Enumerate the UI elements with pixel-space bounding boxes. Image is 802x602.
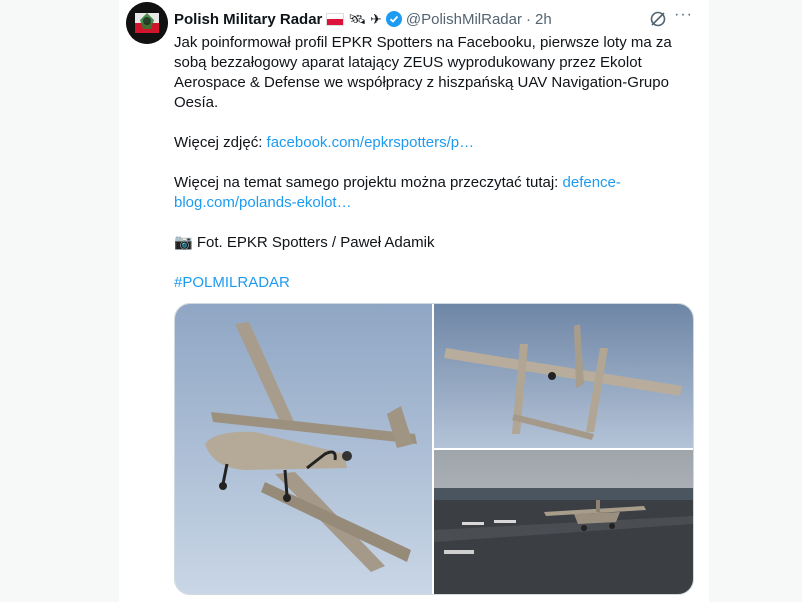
satellite-icon: 🛰 — [348, 10, 367, 27]
separator-dot: · — [526, 10, 531, 28]
more-photos-line: Więcej zdjęć: facebook.com/epkrspotters/… — [174, 133, 694, 153]
verified-badge-icon[interactable] — [385, 11, 402, 27]
tweet-paragraph: Jak poinformował profil EPKR Spotters na… — [174, 34, 672, 111]
drone-overhead-photo[interactable] — [434, 304, 693, 448]
tweet-text: Jak poinformował profil EPKR Spotters na… — [174, 33, 694, 313]
drone-in-flight-side-photo[interactable] — [175, 304, 432, 594]
grok-icon[interactable] — [649, 10, 667, 28]
more-info-line: Więcej na temat samego projektu można pr… — [174, 173, 694, 213]
avatar[interactable] — [126, 2, 168, 44]
media-right-column — [434, 304, 693, 594]
poland-flag-icon — [326, 12, 345, 26]
more-photos-label: Więcej zdjęć: — [174, 134, 267, 151]
timestamp[interactable]: 2h — [535, 11, 552, 28]
tweet-header: Polish Military Radar 🛰 ✈ @PolishMilRada… — [174, 8, 552, 30]
author-handle[interactable]: @PolishMilRadar — [406, 11, 522, 28]
more-options-icon[interactable]: ··· — [674, 6, 693, 24]
airplane-icon: ✈ — [370, 10, 382, 27]
more-info-label: Więcej na temat samego projektu można pr… — [174, 174, 563, 191]
media-grid — [174, 303, 694, 595]
drone-on-runway-photo[interactable] — [434, 450, 693, 594]
photo-credit: 📷 Fot. EPKR Spotters / Paweł Adamik — [174, 234, 435, 251]
facebook-link[interactable]: facebook.com/epkrspotters/p… — [267, 134, 475, 151]
page-background-right — [709, 0, 802, 602]
page-background-left — [0, 0, 119, 602]
hashtag-link[interactable]: #POLMILRADAR — [174, 274, 290, 291]
tweet-card[interactable]: Polish Military Radar 🛰 ✈ @PolishMilRada… — [119, 0, 709, 602]
author-name[interactable]: Polish Military Radar — [174, 11, 322, 28]
